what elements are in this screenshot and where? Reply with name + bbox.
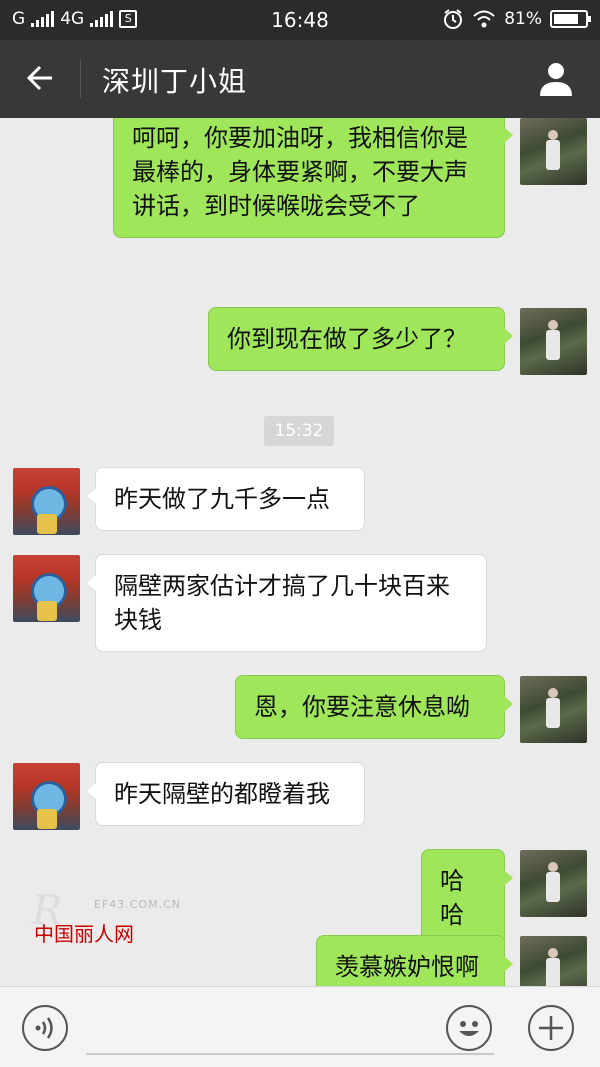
watermark-brand: 中国丽人网 (34, 922, 134, 946)
contact-avatar[interactable] (13, 555, 80, 622)
my-avatar[interactable] (520, 936, 587, 986)
chat-title: 深圳丁小姐 (102, 65, 248, 98)
my-avatar[interactable] (520, 850, 587, 917)
message-bubble-sent[interactable]: 恩，你要注意休息呦 (235, 675, 513, 739)
smiley-face (459, 1021, 479, 1036)
my-avatar[interactable] (520, 676, 587, 743)
chat-header: 深圳丁小姐 (0, 40, 600, 118)
input-bar (0, 986, 600, 1067)
status-bar: G 4G S 16:48 81% (0, 0, 600, 40)
message-bubble-received[interactable]: 隔壁两家估计才搞了几十块百来块钱 (87, 554, 487, 652)
voice-icon[interactable] (22, 1005, 68, 1051)
watermark: R EF43.COM.CN 中国丽人网 (32, 888, 180, 947)
emoji-icon[interactable] (446, 1005, 492, 1051)
message-bubble-sent[interactable]: 呵呵，你要加油呀，我相信你是最棒的，身体要紧啊，不要大声讲话，到时候喉咙会受不了 (113, 118, 513, 238)
person-icon[interactable] (536, 58, 576, 98)
arrow-left-icon[interactable] (22, 58, 62, 98)
wifi-icon (473, 10, 495, 28)
message-list: 呵呵，你要加油呀，我相信你是最棒的，身体要紧啊，不要大声讲话，到时候喉咙会受不了… (0, 118, 600, 986)
battery-percent: 81% (504, 9, 542, 29)
message-bubble-sent[interactable]: 哈哈 (421, 849, 513, 947)
plus-sign (539, 1016, 563, 1040)
battery-fill (554, 14, 578, 24)
message-bubble-received[interactable]: 昨天做了九千多一点 (87, 467, 365, 531)
contact-avatar[interactable] (13, 763, 80, 830)
voice-waves (35, 1017, 53, 1039)
message-bubble-received[interactable]: 昨天隔壁的都瞪着我 (87, 762, 365, 826)
message-bubble-sent[interactable]: 羡慕嫉妒恨啊 (316, 935, 513, 986)
my-avatar[interactable] (520, 118, 587, 185)
alarm-icon (444, 9, 463, 29)
contact-avatar[interactable] (13, 468, 80, 535)
timestamp: 15:32 (264, 416, 334, 446)
header-divider (80, 60, 81, 98)
plus-icon[interactable] (528, 1005, 574, 1051)
battery-icon (550, 10, 591, 28)
my-avatar[interactable] (520, 308, 587, 375)
message-input[interactable] (86, 1053, 494, 1055)
watermark-site: EF43.COM.CN (94, 898, 182, 911)
message-bubble-sent[interactable]: 你到现在做了多少了？ (208, 307, 513, 371)
status-right: 81% (442, 8, 591, 30)
